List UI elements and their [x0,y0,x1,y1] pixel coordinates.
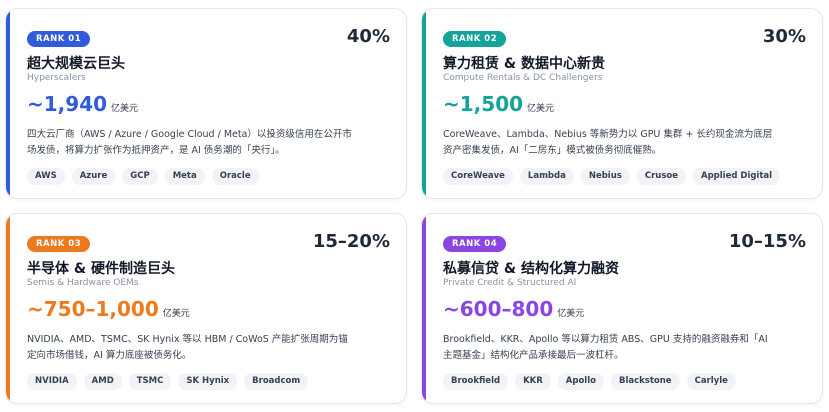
tag-applied-digital: Applied Digital [693,168,781,185]
tag-tsmc: TSMC [128,373,172,390]
amount-value: ~1,940 [27,92,108,116]
tag-gcp: GCP [122,168,158,185]
rank-card-compute-rentals: RANK 02 30% 算力租赁 & 数据中心新贵 Compute Rental… [421,8,823,199]
share-percent: 15–20% [312,231,390,252]
tag-azure: Azure [71,168,116,185]
description-line: 主题基金」结构化产品承接最后一波杠杆。 [443,350,624,361]
tag-carlyle: Carlyle [686,373,736,390]
description-line: 资产密集发债，AI「二房东」模式被债务彻底催熟。 [443,145,662,156]
tag-apollo: Apollo [557,373,604,390]
amount-row: ~600–800 亿美元 [443,297,584,321]
rank-badge: RANK 03 [27,236,91,252]
amount-unit: 亿美元 [111,104,139,114]
rank-card-hyperscalers: RANK 01 40% 超大规模云巨头 Hyperscalers ~1,940 亿… [5,8,407,199]
tag-nvidia: NVIDIA [27,373,77,390]
amount-value: ~600–800 [443,297,554,321]
card-subtitle: Private Credit & Structured AI [443,278,577,288]
card-description: NVIDIA、AMD、TSMC、SK Hynix 等以 HBM / CoWoS … [27,332,392,364]
tag-crusoe: Crusoe [636,168,686,185]
tag-nebius: Nebius [580,168,630,185]
tag-brookfield: Brookfield [443,373,509,390]
rank-badge: RANK 01 [27,31,91,47]
amount-row: ~750–1,000 亿美元 [27,297,190,321]
card-title: 半导体 & 硬件制造巨头 [27,261,175,277]
rank-card-private-credit: RANK 04 10–15% 私募信贷 & 结构化算力融资 Private Cr… [421,213,823,404]
card-title: 算力租赁 & 数据中心新贵 [443,56,605,72]
amount-unit: 亿美元 [527,104,555,114]
tag-list: CoreWeave Lambda Nebius Crusoe Applied D… [443,168,781,185]
card-subtitle: Compute Rentals & DC Challengers [443,73,603,83]
description-line: CoreWeave、Lambda、Nebius 等新势力以 GPU 集群 + 长… [443,129,773,140]
accent-bar [6,214,10,403]
description-line: 定向市场借钱，AI 算力底座被债务化。 [27,350,192,361]
card-subtitle: Hyperscalers [27,73,86,83]
accent-bar [422,214,426,403]
tag-sk-hynix: SK Hynix [178,373,238,390]
tag-lambda: Lambda [519,168,574,185]
tag-list: NVIDIA AMD TSMC SK Hynix Broadcom [27,373,309,390]
rank-badge: RANK 02 [443,31,507,47]
card-subtitle: Semis & Hardware OEMs [27,278,139,288]
tag-kkr: KKR [515,373,551,390]
amount-unit: 亿美元 [162,309,190,319]
card-description: CoreWeave、Lambda、Nebius 等新势力以 GPU 集群 + 长… [443,127,808,159]
description-line: Brookfield、KKR、Apollo 等以算力租赁 ABS、GPU 支持的… [443,334,768,345]
rank-badge: RANK 04 [443,236,507,252]
accent-bar [422,9,426,198]
amount-value: ~1,500 [443,92,524,116]
description-line: NVIDIA、AMD、TSMC、SK Hynix 等以 HBM / CoWoS … [27,334,348,345]
share-percent: 10–15% [728,231,806,252]
share-percent: 40% [346,26,390,47]
tag-meta: Meta [164,168,205,185]
amount-row: ~1,940 亿美元 [27,92,138,116]
description-line: 四大云厂商（AWS / Azure / Google Cloud / Meta）… [27,129,352,140]
tag-list: Brookfield KKR Apollo Blackstone Carlyle [443,373,736,390]
rank-card-semis-hardware: RANK 03 15–20% 半导体 & 硬件制造巨头 Semis & Hard… [5,213,407,404]
description-line: 场发债，将算力扩张作为抵押资产，是 AI 债务潮的「央行」。 [27,145,285,156]
amount-row: ~1,500 亿美元 [443,92,554,116]
tag-blackstone: Blackstone [610,373,680,390]
tag-oracle: Oracle [211,168,259,185]
tag-amd: AMD [83,373,122,390]
card-title: 私募信贷 & 结构化算力融资 [443,261,619,277]
tag-coreweave: CoreWeave [443,168,513,185]
tag-aws: AWS [27,168,65,185]
card-title: 超大规模云巨头 [27,56,125,72]
tag-list: AWS Azure GCP Meta Oracle [27,168,259,185]
tag-broadcom: Broadcom [244,373,309,390]
card-description: 四大云厂商（AWS / Azure / Google Cloud / Meta）… [27,127,392,159]
share-percent: 30% [762,26,806,47]
amount-unit: 亿美元 [557,309,585,319]
amount-value: ~750–1,000 [27,297,159,321]
accent-bar [6,9,10,198]
card-description: Brookfield、KKR、Apollo 等以算力租赁 ABS、GPU 支持的… [443,332,808,364]
